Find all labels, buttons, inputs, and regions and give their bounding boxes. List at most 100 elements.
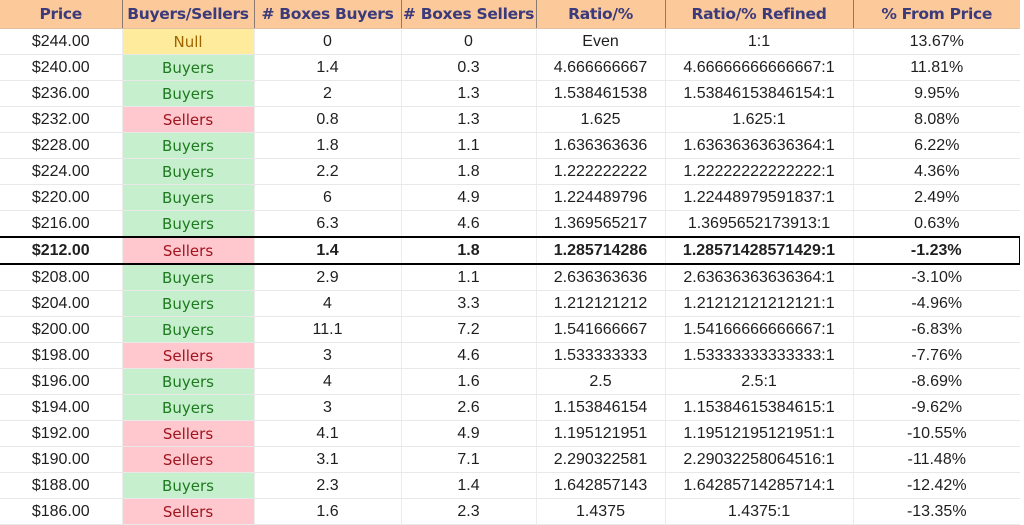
boxes-buyers-cell[interactable]: 6.3 — [253, 210, 401, 238]
pct-from-price-cell[interactable]: -10.55% — [852, 420, 1020, 447]
pct-from-price-cell[interactable]: 9.95% — [852, 80, 1020, 107]
boxes-sellers-cell[interactable]: 3.3 — [400, 290, 536, 317]
price-cell[interactable]: $208.00 — [0, 264, 122, 291]
ratio-refined-cell[interactable]: 1.54166666666667:1 — [664, 316, 853, 343]
boxes-sellers-cell[interactable]: 7.1 — [400, 446, 536, 473]
boxes-buyers-cell[interactable]: 2.2 — [253, 158, 401, 185]
boxes-buyers-cell[interactable]: 1.4 — [253, 54, 401, 81]
buyers-sellers-cell[interactable]: Buyers — [121, 54, 254, 81]
price-cell[interactable]: $220.00 — [0, 184, 122, 211]
header-buyers-sellers[interactable]: Buyers/Sellers — [121, 0, 254, 29]
pct-from-price-cell[interactable]: 2.49% — [852, 184, 1020, 211]
price-cell[interactable]: $200.00 — [0, 316, 122, 343]
buyers-sellers-cell[interactable]: Buyers — [121, 210, 254, 238]
ratio-refined-cell[interactable]: 1.53846153846154:1 — [664, 80, 853, 107]
boxes-sellers-cell[interactable]: 2.6 — [400, 394, 536, 421]
ratio-refined-cell[interactable]: 4.66666666666667:1 — [664, 54, 853, 81]
price-cell[interactable]: $240.00 — [0, 54, 122, 81]
boxes-buyers-cell[interactable]: 2.9 — [253, 264, 401, 291]
ratio-cell[interactable]: 1.195121951 — [535, 420, 665, 447]
price-cell[interactable]: $216.00 — [0, 210, 122, 238]
ratio-refined-cell[interactable]: 1.625:1 — [664, 106, 853, 133]
boxes-sellers-cell[interactable]: 1.1 — [400, 264, 536, 291]
price-cell[interactable]: $244.00 — [0, 28, 122, 55]
price-cell[interactable]: $188.00 — [0, 472, 122, 499]
price-cell[interactable]: $192.00 — [0, 420, 122, 447]
ratio-refined-cell[interactable]: 2.63636363636364:1 — [664, 264, 853, 291]
ratio-refined-cell[interactable]: 2.5:1 — [664, 368, 853, 395]
boxes-sellers-cell[interactable]: 4.9 — [400, 420, 536, 447]
ratio-cell[interactable]: 1.538461538 — [535, 80, 665, 107]
pct-from-price-cell[interactable]: -9.62% — [852, 394, 1020, 421]
boxes-buyers-cell[interactable]: 3 — [253, 394, 401, 421]
header-pct-from-price[interactable]: % From Price — [852, 0, 1020, 29]
buyers-sellers-cell[interactable]: Sellers — [121, 106, 254, 133]
pct-from-price-cell[interactable]: 8.08% — [852, 106, 1020, 133]
boxes-sellers-cell[interactable]: 1.1 — [400, 132, 536, 159]
boxes-buyers-cell[interactable]: 11.1 — [253, 316, 401, 343]
ratio-refined-cell[interactable]: 1.53333333333333:1 — [664, 342, 853, 369]
pct-from-price-cell[interactable]: -7.76% — [852, 342, 1020, 369]
ratio-cell[interactable]: 1.541666667 — [535, 316, 665, 343]
ratio-refined-cell[interactable]: 1.64285714285714:1 — [664, 472, 853, 499]
boxes-buyers-cell[interactable]: 1.4 — [253, 236, 401, 265]
ratio-refined-cell[interactable]: 1.21212121212121:1 — [664, 290, 853, 317]
boxes-sellers-cell[interactable]: 1.4 — [400, 472, 536, 499]
boxes-buyers-cell[interactable]: 3 — [253, 342, 401, 369]
boxes-sellers-cell[interactable]: 7.2 — [400, 316, 536, 343]
boxes-buyers-cell[interactable]: 2 — [253, 80, 401, 107]
ratio-refined-cell[interactable]: 1.63636363636364:1 — [664, 132, 853, 159]
pct-from-price-cell[interactable]: 4.36% — [852, 158, 1020, 185]
boxes-sellers-cell[interactable]: 0.3 — [400, 54, 536, 81]
buyers-sellers-cell[interactable]: Sellers — [121, 236, 254, 265]
price-cell[interactable]: $190.00 — [0, 446, 122, 473]
boxes-buyers-cell[interactable]: 2.3 — [253, 472, 401, 499]
ratio-cell[interactable]: 2.290322581 — [535, 446, 665, 473]
buyers-sellers-cell[interactable]: Sellers — [121, 446, 254, 473]
header-boxes-buyers[interactable]: # Boxes Buyers — [253, 0, 401, 29]
header-ratio[interactable]: Ratio/% — [535, 0, 665, 29]
header-ratio-refined[interactable]: Ratio/% Refined — [664, 0, 853, 29]
pct-from-price-cell[interactable]: 0.63% — [852, 210, 1020, 238]
boxes-sellers-cell[interactable]: 4.6 — [400, 342, 536, 369]
boxes-buyers-cell[interactable]: 4 — [253, 368, 401, 395]
buyers-sellers-cell[interactable]: Buyers — [121, 394, 254, 421]
boxes-buyers-cell[interactable]: 3.1 — [253, 446, 401, 473]
buyers-sellers-cell[interactable]: Sellers — [121, 420, 254, 447]
buyers-sellers-cell[interactable]: Null — [121, 28, 254, 55]
boxes-sellers-cell[interactable]: 4.6 — [400, 210, 536, 238]
price-cell[interactable]: $198.00 — [0, 342, 122, 369]
ratio-cell[interactable]: Even — [535, 28, 665, 55]
boxes-sellers-cell[interactable]: 1.8 — [400, 236, 536, 265]
boxes-buyers-cell[interactable]: 1.8 — [253, 132, 401, 159]
buyers-sellers-cell[interactable]: Buyers — [121, 264, 254, 291]
boxes-buyers-cell[interactable]: 4 — [253, 290, 401, 317]
pct-from-price-cell[interactable]: -12.42% — [852, 472, 1020, 499]
buyers-sellers-cell[interactable]: Buyers — [121, 368, 254, 395]
boxes-sellers-cell[interactable]: 1.3 — [400, 106, 536, 133]
ratio-refined-cell[interactable]: 1.22448979591837:1 — [664, 184, 853, 211]
ratio-cell[interactable]: 1.212121212 — [535, 290, 665, 317]
price-cell[interactable]: $196.00 — [0, 368, 122, 395]
pct-from-price-cell[interactable]: 6.22% — [852, 132, 1020, 159]
ratio-refined-cell[interactable]: 1:1 — [664, 28, 853, 55]
buyers-sellers-cell[interactable]: Buyers — [121, 290, 254, 317]
pct-from-price-cell[interactable]: -8.69% — [852, 368, 1020, 395]
price-cell[interactable]: $228.00 — [0, 132, 122, 159]
boxes-buyers-cell[interactable]: 6 — [253, 184, 401, 211]
boxes-buyers-cell[interactable]: 4.1 — [253, 420, 401, 447]
pct-from-price-cell[interactable]: -11.48% — [852, 446, 1020, 473]
price-cell[interactable]: $194.00 — [0, 394, 122, 421]
ratio-cell[interactable]: 2.636363636 — [535, 264, 665, 291]
pct-from-price-cell[interactable]: -3.10% — [852, 264, 1020, 291]
pct-from-price-cell[interactable]: -1.23% — [852, 236, 1021, 265]
ratio-cell[interactable]: 1.533333333 — [535, 342, 665, 369]
ratio-refined-cell[interactable]: 1.19512195121951:1 — [664, 420, 853, 447]
ratio-cell[interactable]: 2.5 — [535, 368, 665, 395]
boxes-buyers-cell[interactable]: 0.8 — [253, 106, 401, 133]
boxes-sellers-cell[interactable]: 1.3 — [400, 80, 536, 107]
price-cell[interactable]: $204.00 — [0, 290, 122, 317]
boxes-buyers-cell[interactable]: 0 — [253, 28, 401, 55]
ratio-refined-cell[interactable]: 1.15384615384615:1 — [664, 394, 853, 421]
pct-from-price-cell[interactable]: 11.81% — [852, 54, 1020, 81]
